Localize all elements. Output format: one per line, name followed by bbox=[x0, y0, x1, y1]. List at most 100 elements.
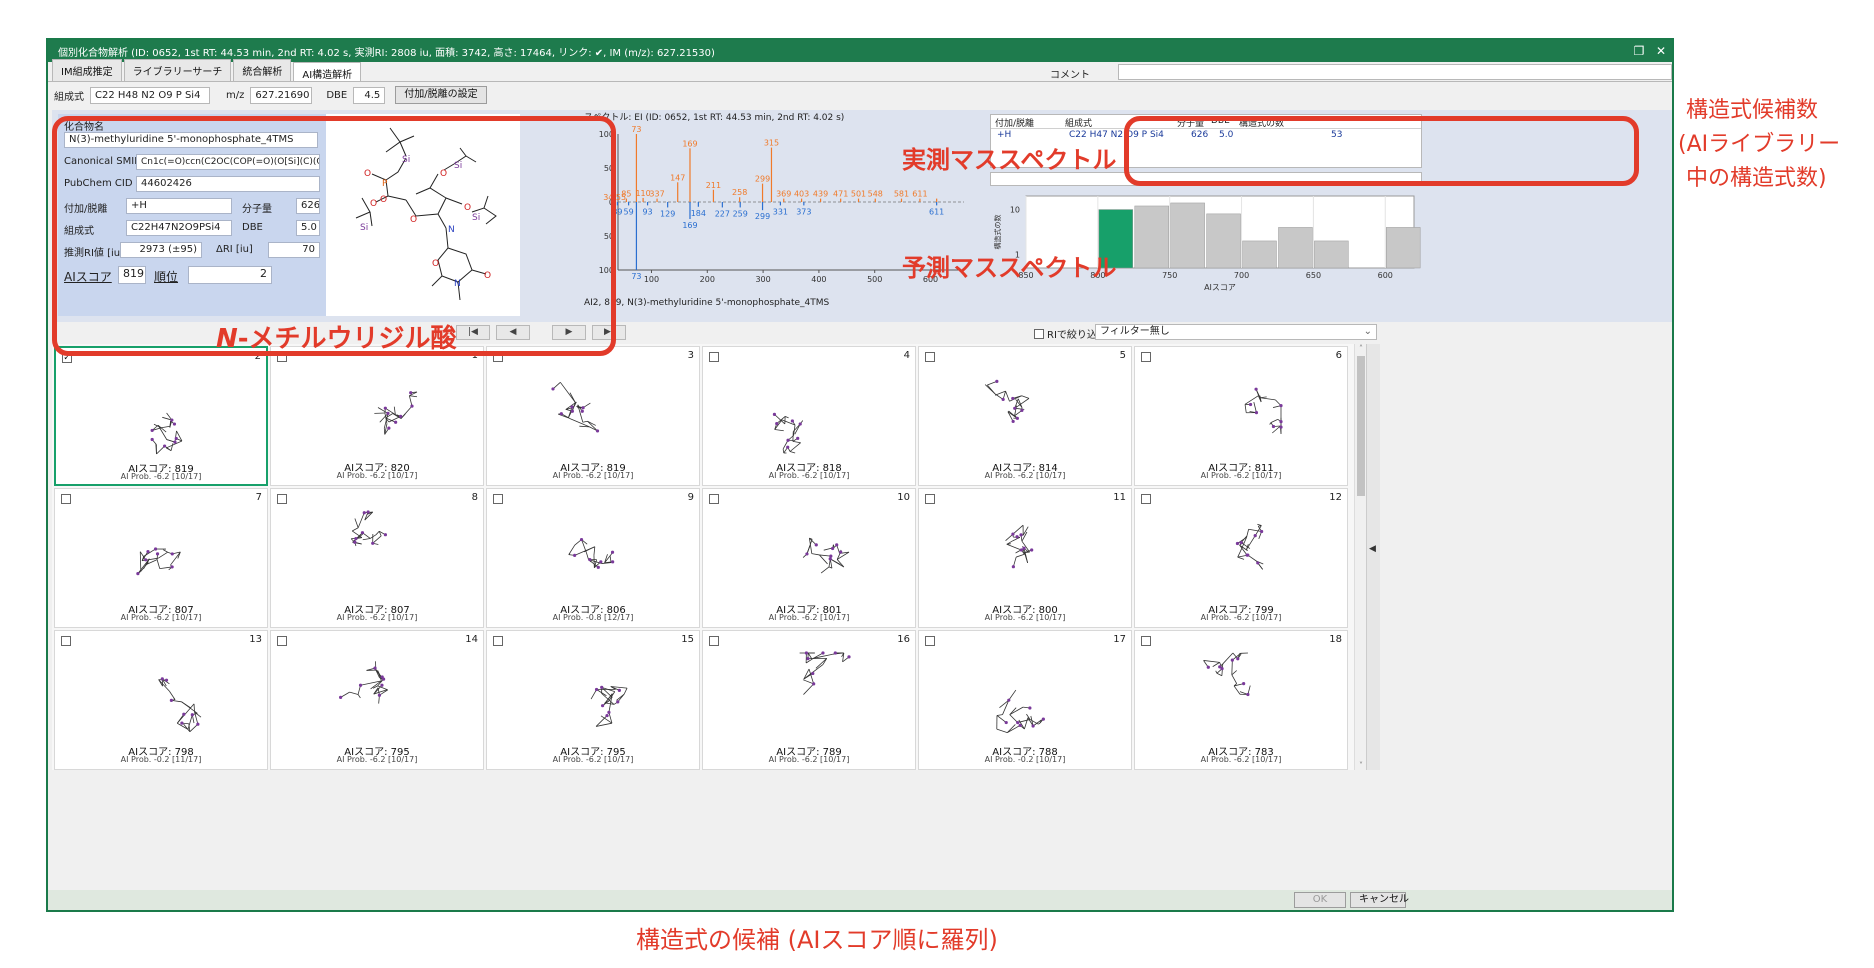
x-tick-label: 750 bbox=[1162, 271, 1177, 280]
candidate-structure bbox=[1203, 652, 1251, 697]
scroll-thumb[interactable] bbox=[1357, 356, 1365, 496]
candidate-checkbox[interactable] bbox=[61, 494, 71, 504]
grid-scrollbar[interactable]: ˄ ˅ bbox=[1354, 344, 1366, 770]
candidate-structure bbox=[772, 412, 804, 454]
restore-icon[interactable]: ❐ bbox=[1628, 44, 1650, 58]
x-tick-label: 600 bbox=[1378, 271, 1393, 280]
candidate-checkbox[interactable] bbox=[493, 636, 503, 646]
measured-peak-label: 548 bbox=[868, 190, 883, 199]
candidate-card[interactable]: 3 AIスコア: 819 AI Prob. -6.2 [10/17] bbox=[486, 346, 700, 486]
x-tick-label: 400 bbox=[811, 275, 826, 284]
tab-ai-structure-analysis[interactable]: AI構造解析 bbox=[293, 62, 362, 81]
histogram-bar bbox=[1170, 202, 1205, 269]
tab-bar: IM組成推定 ライブラリーサーチ 統合解析 AI構造解析 コメント bbox=[48, 59, 1672, 82]
candidate-count-highlight-outline bbox=[1124, 116, 1639, 186]
candidate-rank: 9 bbox=[687, 492, 694, 503]
ri-filter-checkbox[interactable] bbox=[1034, 328, 1044, 339]
measured-peak-label: 439 bbox=[813, 190, 828, 199]
adduct-settings-button[interactable]: 付加/脱離の設定 bbox=[395, 86, 487, 104]
candidate-prob: AI Prob. -6.2 [10/17] bbox=[120, 613, 202, 622]
x-tick-label: 300 bbox=[755, 275, 770, 284]
formula-field[interactable]: C22 H48 N2 O9 P Si4 bbox=[90, 86, 210, 104]
candidate-prob: AI Prob. -6.2 [10/17] bbox=[768, 471, 850, 480]
candidate-card[interactable]: 13 AIスコア: 798 AI Prob. -0.2 [11/17] bbox=[54, 630, 268, 770]
candidate-grid: ✓ 2 AIスコア: 819 AI Prob. -6.2 [10/17] 1 AIスコア:… bbox=[52, 344, 1354, 770]
close-icon[interactable]: ✕ bbox=[1650, 44, 1672, 58]
candidate-card[interactable]: 11 AIスコア: 800 AI Prob. -6.2 [10/17] bbox=[918, 488, 1132, 628]
candidate-rank: 6 bbox=[1335, 350, 1342, 361]
candidate-card[interactable]: 6 AIスコア: 811 AI Prob. -6.2 [10/17] bbox=[1134, 346, 1348, 486]
measured-peak-label: 337 bbox=[649, 190, 664, 199]
candidate-card[interactable]: ✓ 2 AIスコア: 819 AI Prob. -6.2 [10/17] bbox=[54, 346, 268, 486]
predicted-peak-label: 227 bbox=[715, 209, 730, 218]
measured-peak-label: 581 bbox=[894, 190, 909, 199]
mz-field[interactable]: 627.21690 bbox=[250, 86, 313, 104]
candidate-card[interactable]: 18 AIスコア: 783 AI Prob. -6.2 [10/17] bbox=[1134, 630, 1348, 770]
filter-dropdown[interactable]: フィルター無し ⌄ bbox=[1095, 324, 1377, 340]
candidate-checkbox[interactable] bbox=[925, 494, 935, 504]
candidate-checkbox[interactable] bbox=[277, 636, 287, 646]
candidate-card[interactable]: 15 AIスコア: 795 AI Prob. -6.2 [10/17] bbox=[486, 630, 700, 770]
formula-row: 組成式 C22 H48 N2 O9 P Si4 m/z 627.21690 DB… bbox=[48, 82, 1672, 108]
filter-value: フィルター無し bbox=[1100, 326, 1170, 337]
candidate-card[interactable]: 5 AIスコア: 814 AI Prob. -6.2 [10/17] bbox=[918, 346, 1132, 486]
measured-peak-label: 403 bbox=[794, 190, 809, 199]
measured-peak-label: 471 bbox=[833, 190, 848, 199]
histogram-bar bbox=[1278, 227, 1313, 269]
candidate-checkbox[interactable] bbox=[277, 494, 287, 504]
candidate-card[interactable]: 4 AIスコア: 818 AI Prob. -6.2 [10/17] bbox=[702, 346, 916, 486]
candidate-structure bbox=[802, 537, 850, 574]
candidate-card[interactable]: 7 AIスコア: 807 AI Prob. -6.2 [10/17] bbox=[54, 488, 268, 628]
collapse-arrow-icon: ◀ bbox=[1369, 544, 1376, 554]
candidate-checkbox[interactable] bbox=[709, 352, 719, 362]
candidate-checkbox[interactable] bbox=[709, 636, 719, 646]
candidate-count-annotation-2: (AIライブラリー bbox=[1678, 132, 1841, 157]
candidate-prob: AI Prob. -6.2 [10/17] bbox=[768, 613, 850, 622]
candidate-prob: AI Prob. -0.8 [12/17] bbox=[552, 613, 634, 622]
predicted-peak-label: 611 bbox=[929, 207, 944, 216]
candidate-rank: 14 bbox=[465, 634, 478, 645]
candidate-card[interactable]: 14 AIスコア: 795 AI Prob. -6.2 [10/17] bbox=[270, 630, 484, 770]
candidate-checkbox[interactable] bbox=[925, 636, 935, 646]
candidate-rank: 4 bbox=[903, 350, 910, 361]
candidate-checkbox[interactable] bbox=[61, 636, 71, 646]
dbe-field[interactable]: 4.5 bbox=[353, 86, 386, 104]
candidate-checkbox[interactable] bbox=[925, 352, 935, 362]
dbe-label: DBE bbox=[326, 89, 348, 101]
candidate-card[interactable]: 17 AIスコア: 788 AI Prob. -0.2 [10/17] bbox=[918, 630, 1132, 770]
x-axis-title: AIスコア bbox=[1204, 283, 1236, 292]
candidate-checkbox[interactable] bbox=[709, 494, 719, 504]
measured-peak-label: 315 bbox=[764, 139, 779, 148]
predicted-peak-label: 184 bbox=[691, 209, 706, 218]
candidate-rank: 13 bbox=[249, 634, 262, 645]
candidate-checkbox[interactable] bbox=[1141, 352, 1151, 362]
tab-im-composition[interactable]: IM組成推定 bbox=[52, 59, 122, 81]
measured-peak-label: 299 bbox=[755, 175, 770, 184]
y-tick-label: 10 bbox=[1010, 206, 1020, 215]
tab-library-search[interactable]: ライブラリーサーチ bbox=[123, 59, 232, 81]
predicted-spectrum-annotation: 予測マススペクトル bbox=[902, 254, 1117, 282]
side-panel-toggle[interactable]: ◀ bbox=[1366, 344, 1380, 770]
candidate-checkbox[interactable] bbox=[1141, 636, 1151, 646]
predicted-peak-label: 373 bbox=[796, 207, 811, 216]
cancel-button[interactable]: キャンセル bbox=[1350, 892, 1409, 908]
candidate-rank: 16 bbox=[897, 634, 910, 645]
candidate-card[interactable]: 1 AIスコア: 820 AI Prob. -6.2 [10/17] bbox=[270, 346, 484, 486]
histogram-bar bbox=[1314, 240, 1349, 269]
candidate-card[interactable]: 16 AIスコア: 789 AI Prob. -6.2 [10/17] bbox=[702, 630, 916, 770]
comment-input[interactable] bbox=[1118, 64, 1672, 80]
candidate-prob: AI Prob. -6.2 [10/17] bbox=[984, 613, 1066, 622]
candidate-checkbox[interactable] bbox=[493, 494, 503, 504]
candidate-card[interactable]: 8 AIスコア: 807 AI Prob. -6.2 [10/17] bbox=[270, 488, 484, 628]
candidate-count-annotation-3: 中の構造式数) bbox=[1686, 166, 1827, 191]
col-formula: 組成式 bbox=[1065, 119, 1093, 129]
ok-button[interactable]: OK bbox=[1294, 892, 1346, 908]
measured-spectrum-annotation: 実測マススペクトル bbox=[902, 146, 1117, 174]
candidate-prob: AI Prob. -6.2 [10/17] bbox=[1200, 613, 1282, 622]
candidate-card[interactable]: 10 AIスコア: 801 AI Prob. -6.2 [10/17] bbox=[702, 488, 916, 628]
candidate-card[interactable]: 12 AIスコア: 799 AI Prob. -6.2 [10/17] bbox=[1134, 488, 1348, 628]
candidate-rank: 12 bbox=[1329, 492, 1342, 503]
tab-integrated-analysis[interactable]: 統合解析 bbox=[233, 59, 292, 81]
candidate-checkbox[interactable] bbox=[1141, 494, 1151, 504]
candidate-card[interactable]: 9 AIスコア: 806 AI Prob. -0.8 [12/17] bbox=[486, 488, 700, 628]
